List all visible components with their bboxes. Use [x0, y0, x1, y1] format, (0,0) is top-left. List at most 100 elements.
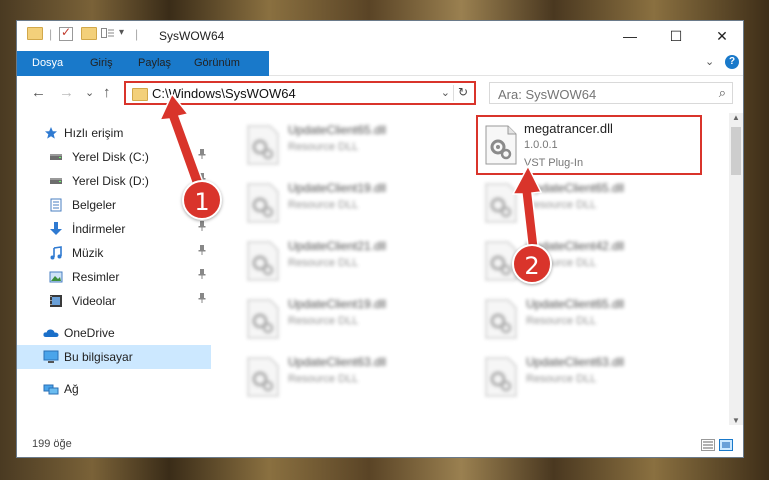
scroll-down-arrow-icon[interactable]: ▼	[729, 416, 743, 425]
sidebar-item-network[interactable]: Ağ	[17, 377, 211, 401]
download-icon	[50, 222, 62, 235]
pictures-icon	[49, 271, 63, 283]
scroll-up-arrow-icon[interactable]: ▲	[729, 113, 743, 122]
new-folder-icon[interactable]	[81, 27, 97, 40]
dll-file-icon	[247, 125, 279, 165]
pin-icon	[198, 241, 206, 265]
navigation-pane: Hızlı erişim Yerel Disk (C:) Yerel Disk …	[17, 113, 211, 425]
file-item[interactable]: UpdateClient19.dll Resource DLL	[236, 175, 458, 231]
refresh-button[interactable]: ↻	[453, 85, 472, 101]
file-name: UpdateClient65.dll	[288, 123, 387, 137]
large-icons-view-button[interactable]	[719, 439, 733, 451]
dll-file-icon	[247, 299, 279, 339]
address-path[interactable]: C:\Windows\SysWOW64	[152, 86, 296, 101]
file-item[interactable]: UpdateClient19.dll Resource DLL	[236, 291, 458, 347]
recent-locations-dropdown[interactable]: ⌄	[85, 86, 94, 99]
sidebar-item-disk-c[interactable]: Yerel Disk (C:)	[17, 145, 211, 169]
close-button[interactable]: ✕	[699, 21, 745, 51]
tab-view[interactable]: Görünüm	[183, 51, 251, 75]
file-item[interactable]: UpdateClient63.dll Resource DLL	[474, 349, 696, 405]
sidebar-item-label: OneDrive	[64, 326, 115, 340]
file-description: Resource DLL	[288, 257, 359, 269]
dll-file-icon	[247, 183, 279, 223]
sidebar-item-label: Yerel Disk (C:)	[72, 150, 149, 164]
sidebar-item-music[interactable]: Müzik	[17, 241, 211, 265]
file-item[interactable]: UpdateClient42.dll Resource DLL	[474, 233, 696, 289]
pin-icon	[198, 289, 206, 313]
file-name: UpdateClient19.dll	[288, 181, 387, 195]
videos-icon	[50, 295, 62, 307]
vertical-scrollbar[interactable]: ▲ ▼	[729, 113, 743, 425]
sidebar-item-label: Ağ	[64, 382, 79, 396]
sidebar-item-label: Müzik	[72, 246, 104, 260]
file-description: Resource DLL	[288, 199, 359, 211]
help-icon[interactable]: ?	[725, 55, 739, 69]
expand-ribbon-chevron-icon[interactable]: ⌄	[705, 55, 714, 68]
file-item[interactable]: UpdateClient65.dll Resource DLL	[474, 175, 696, 231]
customize-quick-access-dropdown[interactable]: ▾	[119, 27, 124, 38]
search-icon: ⌕	[718, 85, 726, 100]
minimize-button[interactable]: —	[607, 21, 653, 51]
address-dropdown-icon[interactable]: ⌄	[441, 86, 450, 99]
file-name: UpdateClient63.dll	[288, 355, 387, 369]
sidebar-item-videos[interactable]: Videolar	[17, 289, 211, 313]
file-name: UpdateClient21.dll	[288, 239, 387, 253]
file-item[interactable]: UpdateClient63.dll Resource DLL	[236, 349, 458, 405]
dll-file-icon	[485, 125, 517, 165]
file-list: UpdateClient65.dll Resource DLL UpdateCl…	[212, 113, 728, 425]
sidebar-item-label: İndirmeler	[72, 222, 126, 236]
scrollbar-thumb[interactable]	[731, 127, 741, 175]
step-badge-1: 1	[182, 180, 222, 220]
search-box[interactable]: ⌕	[489, 82, 733, 104]
dll-file-icon	[485, 299, 517, 339]
file-item[interactable]: UpdateClient65.dll Resource DLL	[236, 117, 458, 173]
sidebar-item-quick-access[interactable]: Hızlı erişim	[17, 121, 211, 145]
sidebar-item-pictures[interactable]: Resimler	[17, 265, 211, 289]
item-count: 199 öğe	[32, 438, 72, 450]
drive-icon	[50, 154, 62, 160]
file-description: Resource DLL	[526, 373, 597, 385]
sidebar-item-label: Resimler	[72, 270, 120, 284]
ribbon: Dosya Giriş Paylaş Görünüm ⌄ ?	[17, 51, 743, 107]
sidebar-item-downloads[interactable]: İndirmeler	[17, 217, 211, 241]
file-item[interactable]: UpdateClient21.dll Resource DLL	[236, 233, 458, 289]
tab-home[interactable]: Giriş	[79, 51, 124, 75]
maximize-button[interactable]: ☐	[653, 21, 699, 51]
sidebar-item-disk-d[interactable]: Yerel Disk (D:)	[17, 169, 211, 193]
computer-icon	[43, 350, 59, 363]
navigation-bar: ← → ⌄ ↑ C:\Windows\SysWOW64 ⌄ ↻ ⌕	[17, 76, 743, 110]
details-view-button[interactable]	[701, 439, 715, 451]
file-item-megatrancer[interactable]: megatrancer.dll 1.0.0.1 VST Plug-In	[476, 115, 702, 175]
back-button[interactable]: ←	[31, 84, 46, 101]
title-bar: | ▾ | SysWOW64 — ☐ ✕	[17, 21, 743, 51]
cloud-icon	[43, 329, 59, 337]
file-name: megatrancer.dll	[524, 121, 613, 136]
drive-icon	[50, 178, 62, 184]
dll-file-icon	[485, 357, 517, 397]
file-description: Resource DLL	[526, 315, 597, 327]
forward-button[interactable]: →	[59, 84, 74, 101]
sidebar-item-label: Belgeler	[72, 198, 117, 212]
network-icon	[43, 384, 59, 395]
sidebar-item-onedrive[interactable]: OneDrive	[17, 321, 211, 345]
music-icon	[50, 246, 62, 260]
address-bar[interactable]: C:\Windows\SysWOW64 ⌄ ↻	[124, 81, 476, 105]
step-badge-2: 2	[512, 244, 552, 284]
pin-icon	[198, 265, 206, 289]
file-name: UpdateClient65.dll	[526, 181, 625, 195]
search-input[interactable]	[496, 84, 700, 104]
sidebar-item-label: Videolar	[72, 294, 116, 308]
properties-icon[interactable]	[59, 25, 73, 41]
explorer-window: | ▾ | SysWOW64 — ☐ ✕ Dosya Giriş Paylaş …	[16, 20, 744, 458]
up-button[interactable]: ↑	[103, 84, 111, 101]
file-item[interactable]: UpdateClient65.dll Resource DLL	[474, 291, 696, 347]
pin-icon	[198, 145, 206, 169]
dll-file-icon	[247, 357, 279, 397]
pin-icon	[198, 217, 206, 241]
tab-share[interactable]: Paylaş	[127, 51, 182, 75]
documents-icon	[50, 198, 62, 212]
window-title: SysWOW64	[159, 29, 225, 43]
file-version: 1.0.0.1	[524, 139, 558, 151]
sidebar-item-this-pc[interactable]: Bu bilgisayar	[17, 345, 211, 369]
rename-icon[interactable]	[101, 27, 115, 39]
